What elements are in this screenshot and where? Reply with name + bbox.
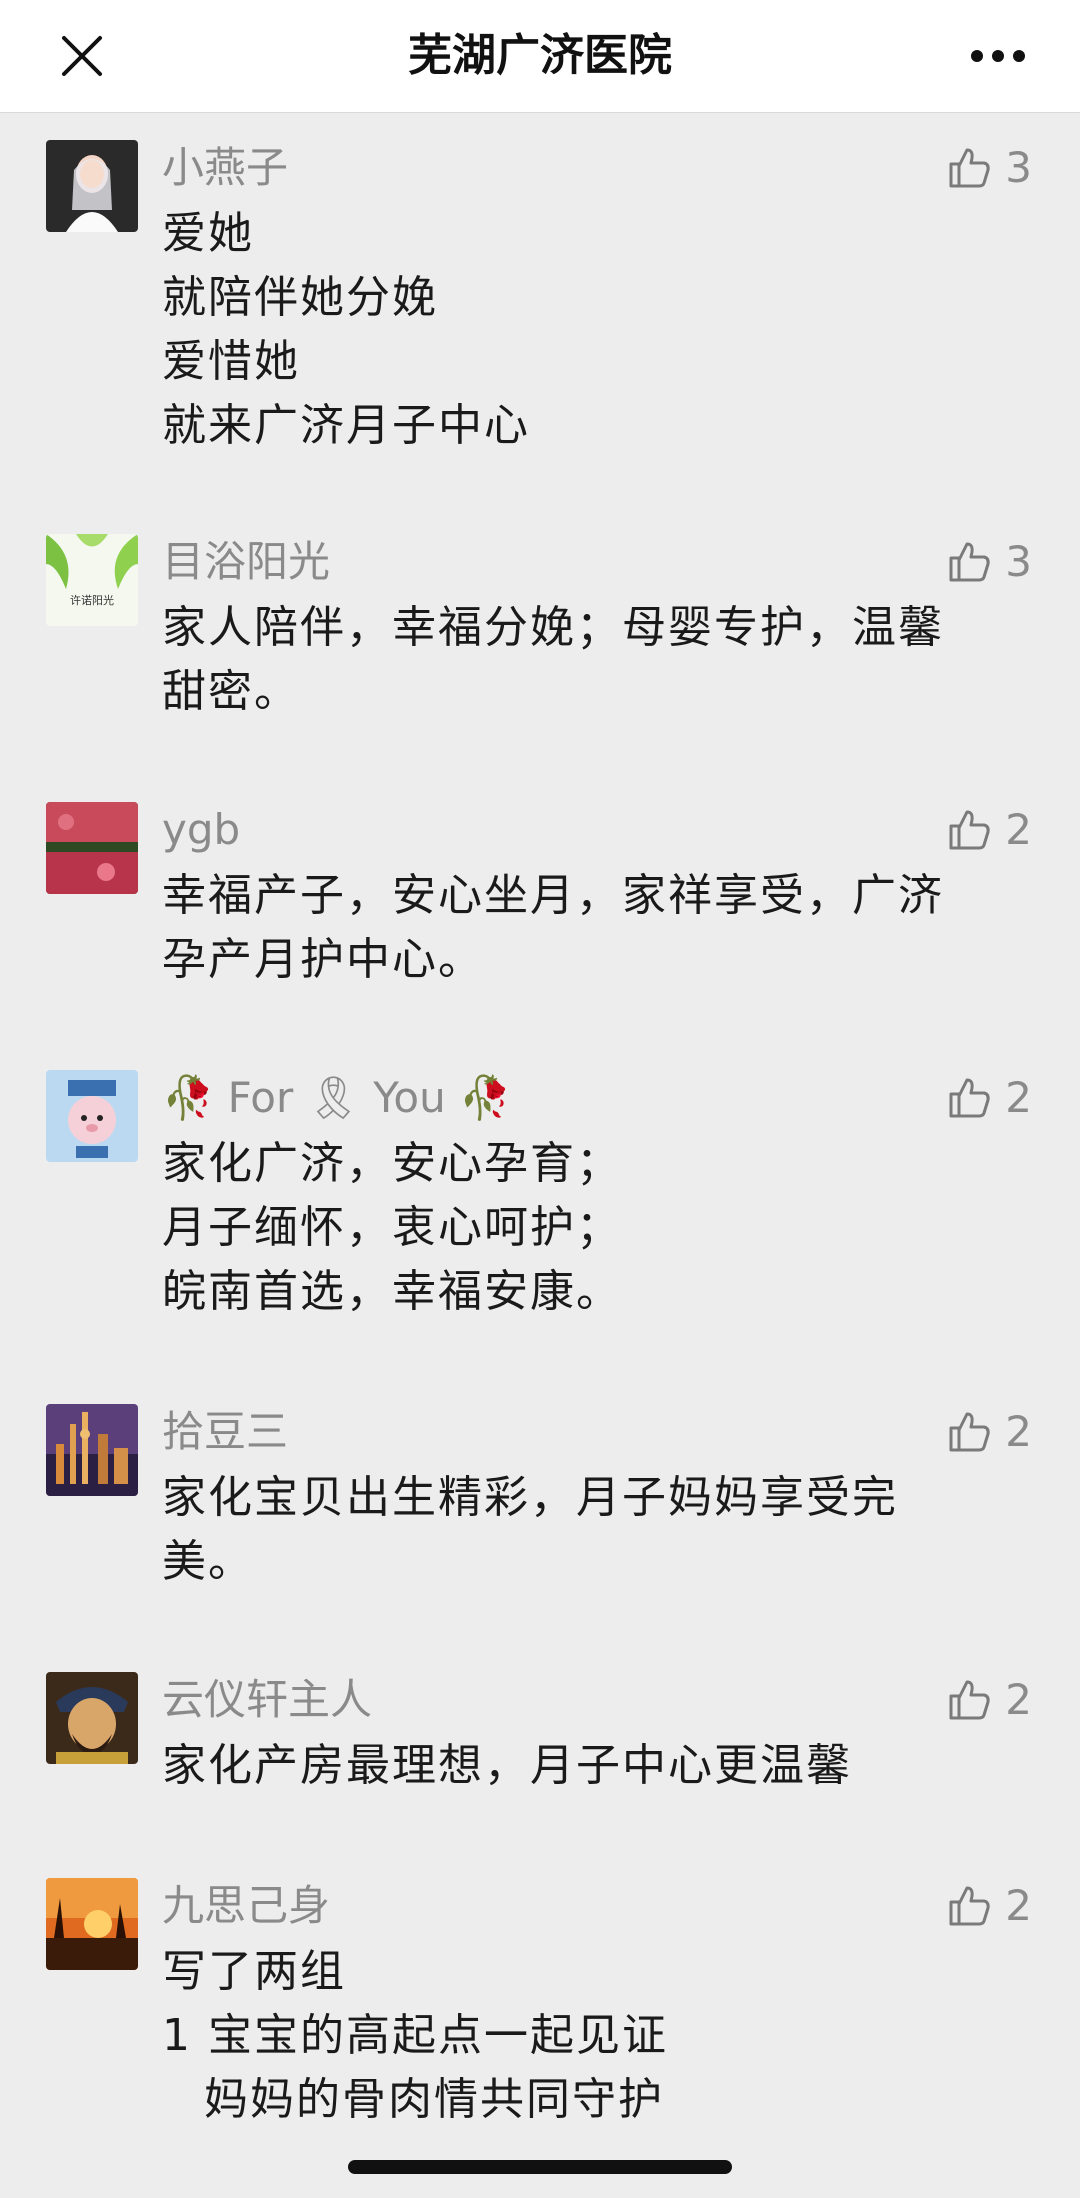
nickname[interactable]: 目浴阳光: [162, 534, 330, 590]
thumbs-up-icon: [949, 148, 990, 188]
more-button[interactable]: [964, 22, 1032, 90]
leaf-avatar: 许诺阳光: [46, 534, 138, 626]
like-count: 2: [1005, 805, 1032, 854]
comment-line: 家化广济，安心孕育；: [162, 1138, 622, 1189]
like-count: 3: [1005, 143, 1032, 192]
nickname[interactable]: 小燕子: [162, 140, 288, 196]
avatar-caption: 许诺阳光: [70, 593, 114, 607]
thumbs-up-icon: [949, 810, 990, 850]
home-indicator[interactable]: [348, 2160, 732, 2174]
nickname[interactable]: 🥀 For 🎗 You 🥀: [162, 1070, 511, 1126]
like-count: 2: [1005, 1881, 1032, 1930]
thumbs-up-icon: [949, 1412, 990, 1452]
comment-line: 甜密。: [162, 666, 300, 717]
comment-line: 家化产房最理想，月子中心更温馨: [162, 1740, 852, 1791]
bride-avatar: [46, 140, 138, 232]
thumbs-up-icon: [949, 542, 990, 582]
comment-text: 家化广济，安心孕育； 月子缅怀，衷心呵护； 皖南首选，幸福安康。: [162, 1132, 1002, 1324]
comment-text: 爱她 就陪伴她分娩 爱惜她 就来广济月子中心: [162, 202, 1002, 458]
like-button[interactable]: 2: [945, 1672, 1032, 1728]
like-count: 2: [1005, 1675, 1032, 1724]
comment-line: 就来广济月子中心: [162, 400, 530, 451]
comment-text: 家化宝贝出生精彩，月子妈妈享受完 美。: [162, 1466, 1002, 1594]
thumbs-up-icon: [949, 1078, 990, 1118]
like-button[interactable]: 2: [945, 1070, 1032, 1126]
like-count: 2: [1005, 1073, 1032, 1122]
comment-text: 家人陪伴，幸福分娩；母婴专护，温馨 甜密。: [162, 596, 1002, 724]
nickname[interactable]: 云仪轩主人: [162, 1672, 372, 1728]
page-title: 芜湖广济医院: [408, 30, 672, 81]
avatar[interactable]: [46, 802, 138, 894]
avatar[interactable]: [46, 1070, 138, 1162]
comment-line: 幸福产子，安心坐月，家祥享受，广济: [162, 870, 944, 921]
comment-line: 写了两组: [162, 1946, 346, 1997]
comment-line: 爱她: [162, 208, 254, 259]
avatar[interactable]: [46, 1404, 138, 1496]
cartoon-avatar: [46, 1070, 138, 1162]
avatar[interactable]: [46, 1672, 138, 1764]
nickname[interactable]: ygb: [162, 802, 240, 858]
city-avatar: [46, 1404, 138, 1496]
comment-line: 美。: [162, 1536, 254, 1587]
comment-line: 家化宝贝出生精彩，月子妈妈享受完: [162, 1472, 898, 1523]
comment-line: 妈妈的骨肉情共同守护: [204, 2074, 664, 2125]
comment-line: 爱惜她: [162, 336, 300, 387]
like-count: 3: [1005, 537, 1032, 586]
thumbs-up-icon: [949, 1680, 990, 1720]
comment-text: 家化产房最理想，月子中心更温馨: [162, 1734, 1002, 1798]
comment-text: 幸福产子，安心坐月，家祥享受，广济 孕产月护中心。: [162, 864, 1002, 992]
comment-line: 孕产月护中心。: [162, 934, 484, 985]
thumbs-up-icon: [949, 1886, 990, 1926]
flowers-avatar: [46, 802, 138, 894]
comment-text: 写了两组 1 宝宝的高起点一起见证 妈妈的骨肉情共同守护: [162, 1940, 1002, 2132]
avatar[interactable]: [46, 140, 138, 232]
avatar[interactable]: [46, 1878, 138, 1970]
more-icon: [971, 50, 1025, 62]
nickname[interactable]: 九思己身: [162, 1878, 330, 1934]
like-button[interactable]: 2: [945, 1878, 1032, 1934]
comment-line: 月子缅怀，衷心呵护；: [162, 1202, 622, 1253]
top-bar: 芜湖广济医院: [0, 0, 1080, 113]
like-button[interactable]: 2: [945, 802, 1032, 858]
like-button[interactable]: 3: [945, 534, 1032, 590]
like-button[interactable]: 2: [945, 1404, 1032, 1460]
comment-line: 皖南首选，幸福安康。: [162, 1266, 622, 1317]
like-button[interactable]: 3: [945, 140, 1032, 196]
comment-line: 就陪伴她分娩: [162, 272, 438, 323]
portrait-avatar: [46, 1672, 138, 1764]
sunset-avatar: [46, 1878, 138, 1970]
like-count: 2: [1005, 1407, 1032, 1456]
avatar[interactable]: 许诺阳光: [46, 534, 138, 626]
comment-line: 家人陪伴，幸福分娩；母婴专护，温馨: [162, 602, 944, 653]
comment-line: 1 宝宝的高起点一起见证: [162, 2010, 668, 2061]
nickname[interactable]: 拾豆三: [162, 1404, 288, 1460]
